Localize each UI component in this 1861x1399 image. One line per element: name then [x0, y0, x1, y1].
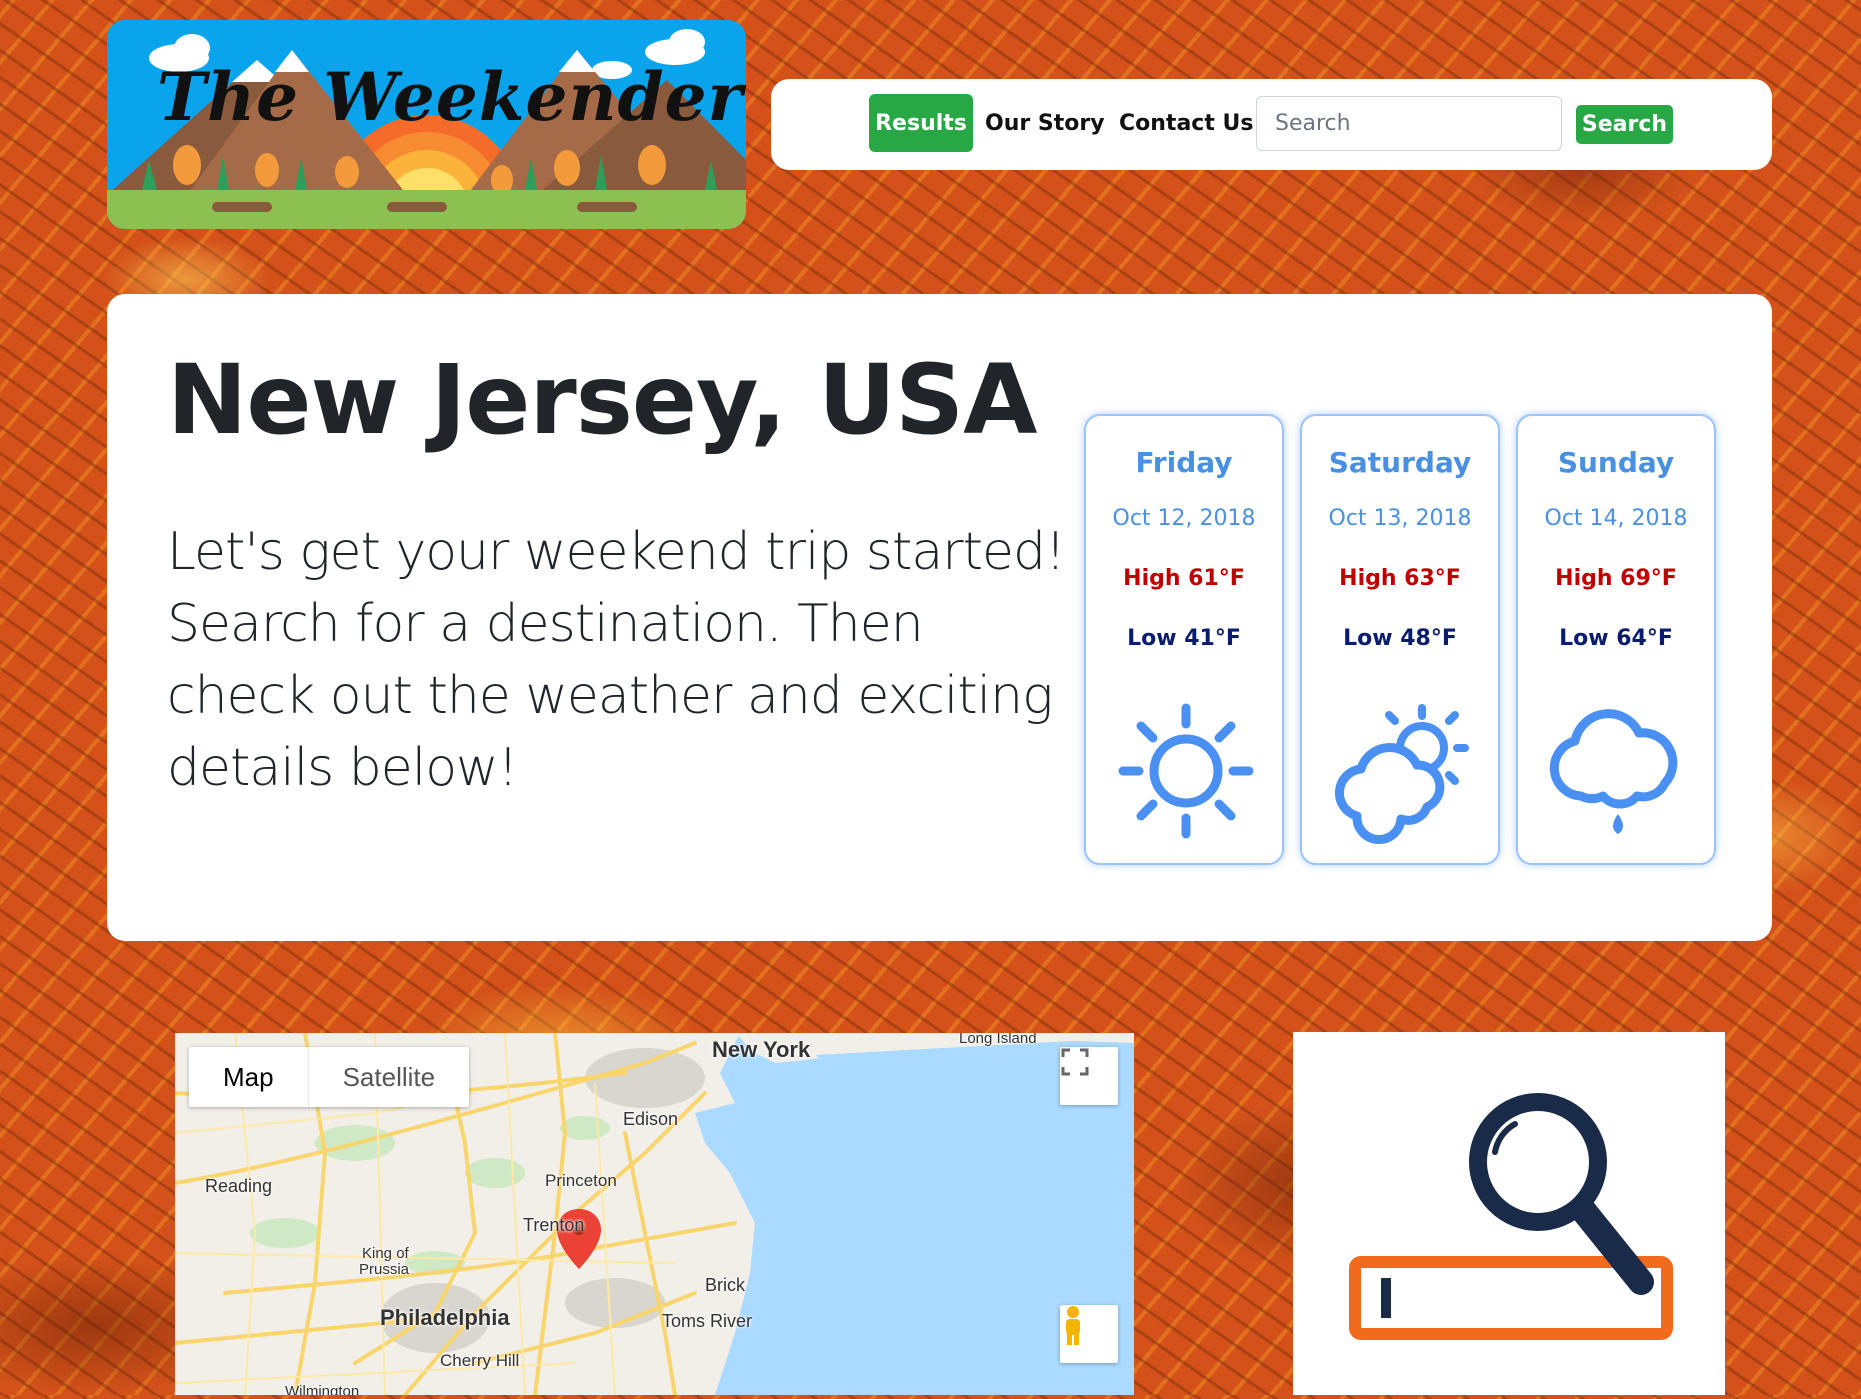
fullscreen-button[interactable]	[1060, 1047, 1118, 1105]
fullscreen-icon	[1061, 1048, 1089, 1076]
page-title: New Jersey, USA	[167, 344, 1037, 456]
navbar: Results Our Story Contact Us Search	[771, 79, 1772, 170]
street-view-button[interactable]	[1060, 1305, 1118, 1363]
destination-card: New Jersey, USA Let's get your weekend t…	[107, 294, 1772, 941]
map-label-philadelphia: Philadelphia	[380, 1305, 510, 1330]
search-button[interactable]: Search	[1576, 105, 1673, 144]
forecast-high: High 63°F	[1339, 566, 1461, 591]
search-bar-magnifier-icon	[1349, 1093, 1673, 1340]
intro-text: Let's get your weekend trip started! Sea…	[167, 522, 1066, 798]
forecast-date: Oct 14, 2018	[1544, 506, 1688, 531]
rain-cloud-icon	[1549, 709, 1678, 834]
pegman-icon	[1066, 1306, 1080, 1345]
map-label-toms-river: Toms River	[662, 1311, 753, 1331]
forecast-card-saturday: Saturday Oct 13, 2018 High 63°F Low 48°F	[1300, 414, 1500, 865]
forecast-day: Saturday	[1328, 446, 1472, 479]
map-label-trenton: Trenton	[523, 1215, 585, 1235]
forecast-low: Low 41°F	[1127, 626, 1241, 651]
logo-title: The Weekender	[157, 58, 744, 136]
map-label-new-york: New York	[712, 1037, 811, 1062]
map-label-brick: Brick	[705, 1275, 745, 1295]
forecast-date: Oct 12, 2018	[1112, 506, 1256, 531]
map-label-edison: Edison	[623, 1109, 679, 1129]
map-tab-map[interactable]: Map	[189, 1047, 308, 1107]
search-illustration-panel	[1293, 1032, 1725, 1395]
map-label-reading: Reading	[205, 1176, 273, 1196]
contact-us-link[interactable]: Contact Us	[1119, 94, 1253, 152]
forecast-card-friday: Friday Oct 12, 2018 High 61°F Low 41°F	[1084, 414, 1284, 865]
forecast-high: High 69°F	[1555, 566, 1677, 591]
search-input[interactable]	[1256, 96, 1562, 151]
forecast-date: Oct 13, 2018	[1328, 506, 1472, 531]
forecast-day: Friday	[1135, 446, 1233, 479]
map-label-princeton: Princeton	[545, 1171, 617, 1190]
forecast-card-sunday: Sunday Oct 14, 2018 High 69°F Low 64°F	[1516, 414, 1716, 865]
results-button[interactable]: Results	[869, 94, 973, 152]
map-type-control: Map Satellite	[189, 1047, 470, 1107]
partly-cloudy-icon	[1334, 704, 1469, 844]
map-label-prussia: Prussia	[359, 1261, 410, 1278]
map-label-wilmington: Wilmington	[285, 1383, 360, 1395]
google-map[interactable]: New York Long Island Edison Reading Prin…	[175, 1033, 1134, 1395]
forecast-low: Low 48°F	[1343, 626, 1457, 651]
our-story-link[interactable]: Our Story	[985, 94, 1105, 152]
sun-icon	[1118, 703, 1254, 839]
map-label-king-of: King of	[362, 1245, 409, 1262]
map-label-cherry-hill: Cherry Hill	[440, 1351, 520, 1370]
map-label-long-island: Long Island	[959, 1033, 1037, 1047]
forecast-high: High 61°F	[1123, 566, 1245, 591]
site-logo[interactable]: The Weekender	[107, 20, 746, 229]
forecast-low: Low 64°F	[1559, 626, 1673, 651]
forecast-day: Sunday	[1557, 446, 1675, 479]
map-tab-satellite[interactable]: Satellite	[307, 1047, 470, 1107]
